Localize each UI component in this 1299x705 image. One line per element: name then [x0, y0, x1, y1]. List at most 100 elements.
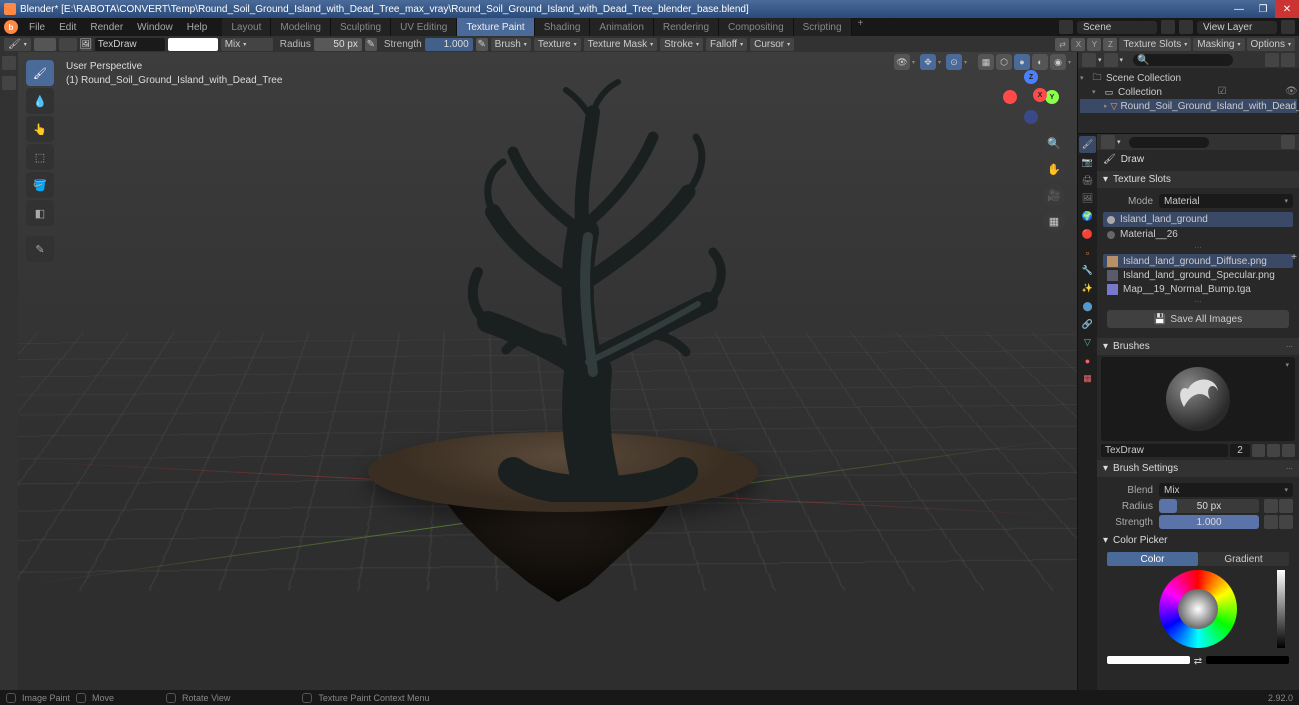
ws-uv[interactable]: UV Editing	[391, 18, 457, 36]
ws-modeling[interactable]: Modeling	[271, 18, 331, 36]
gizmo-x-neg[interactable]	[1003, 90, 1017, 104]
close-button[interactable]: ✕	[1275, 0, 1299, 18]
ws-scripting[interactable]: Scripting	[794, 18, 852, 36]
brush-preset-picker[interactable]	[34, 38, 56, 51]
outliner-collection[interactable]: ▾▭Collection ☑ 👁	[1080, 85, 1297, 99]
radius-pressure-icon[interactable]: ✎	[365, 38, 377, 51]
blender-logo-icon[interactable]: b	[4, 20, 18, 34]
outliner-scene-collection[interactable]: ▾🗀Scene Collection	[1080, 71, 1297, 85]
brush-color-swatch[interactable]	[168, 38, 218, 51]
bs-strength-slider[interactable]: 1.000	[1159, 515, 1259, 529]
radius-pressure-toggle[interactable]	[1264, 499, 1278, 513]
xray-icon[interactable]: ▦	[978, 54, 994, 70]
zoom-icon[interactable]: 🔍	[1043, 132, 1065, 154]
mirror-icon[interactable]: ⇄	[1055, 38, 1069, 51]
pan-icon[interactable]: ✋	[1043, 158, 1065, 180]
ptab-render[interactable]: 📷	[1079, 154, 1096, 171]
img-list-grip[interactable]: ⋯	[1103, 298, 1293, 306]
shading-dd[interactable]: ▾	[1068, 54, 1074, 70]
brush-users[interactable]: 2	[1230, 444, 1250, 457]
menu-file[interactable]: File	[22, 22, 52, 33]
ptab-mesh[interactable]: ▽	[1079, 334, 1096, 351]
brush-name-field-prop[interactable]: TexDraw	[1101, 444, 1228, 457]
ws-add[interactable]: +	[852, 18, 870, 36]
texture-dropdown[interactable]: Texture▾	[534, 38, 581, 51]
ws-layout[interactable]: Layout	[222, 18, 271, 36]
viewlayer-new-icon[interactable]	[1281, 20, 1295, 34]
scene-field[interactable]: Scene	[1077, 21, 1157, 34]
panel-brush-settings-header[interactable]: ▾Brush Settings ⋯	[1097, 460, 1299, 477]
ptab-tool[interactable]: 🖌	[1079, 136, 1096, 153]
tool-draw[interactable]: 🖌	[26, 60, 54, 86]
mirror-z[interactable]: Z	[1103, 38, 1117, 51]
properties-search[interactable]	[1129, 137, 1209, 148]
prop-pin-icon[interactable]	[1281, 135, 1295, 149]
add-image-slot-icon[interactable]: +	[1291, 252, 1297, 263]
persp-ortho-icon[interactable]: ▦	[1043, 210, 1065, 232]
ws-compositing[interactable]: Compositing	[719, 18, 794, 36]
bs-blend-dropdown[interactable]: Mix	[1159, 483, 1293, 497]
editor-type-dropdown[interactable]: 🖌▾	[4, 38, 31, 51]
strength-pressure-icon[interactable]: ✎	[476, 38, 488, 51]
shade-solid-icon[interactable]: ●	[1014, 54, 1030, 70]
image-row-1[interactable]: Island_land_ground_Specular.png	[1103, 268, 1293, 282]
scene-browse-icon[interactable]	[1059, 20, 1073, 34]
mirror-x[interactable]: X	[1071, 38, 1085, 51]
gizmo-z[interactable]: Z	[1024, 70, 1038, 84]
panel-texture-slots-header[interactable]: ▾Texture Slots	[1097, 171, 1299, 188]
brush-dropdown[interactable]: Brush▾	[491, 38, 531, 51]
primary-color-swatch[interactable]	[1107, 656, 1190, 664]
img-editor-icon[interactable]	[2, 56, 16, 70]
tool-annotate[interactable]: ✎	[26, 236, 54, 262]
gizmo-dd[interactable]: ▾	[938, 54, 944, 70]
collection-visible-icon[interactable]: 👁	[1285, 86, 1297, 98]
panel-brushes-grip[interactable]: ⋯	[1286, 343, 1293, 351]
brush-fake-user-icon[interactable]	[1252, 444, 1265, 457]
maximize-button[interactable]: ❐	[1251, 0, 1275, 18]
bs-radius-slider[interactable]: 50 px	[1159, 499, 1259, 513]
outliner-type-icon[interactable]	[1082, 53, 1096, 67]
tool-fill[interactable]: 🪣	[26, 172, 54, 198]
prop-header-icon[interactable]	[1101, 135, 1115, 149]
tool-mask[interactable]: ◧	[26, 200, 54, 226]
save-all-images-button[interactable]: 💾 Save All Images	[1107, 310, 1289, 328]
ptab-texture[interactable]: ▦	[1079, 370, 1096, 387]
brush-curve-icon[interactable]	[59, 38, 77, 51]
panel-bs-grip[interactable]: ⋯	[1286, 465, 1293, 473]
subpanel-color-picker-header[interactable]: ▾Color Picker	[1103, 531, 1293, 550]
collection-enable-icon[interactable]: ☑	[1217, 86, 1229, 98]
shade-wire-icon[interactable]: ⬡	[996, 54, 1012, 70]
brush-name-field[interactable]: TexDraw	[95, 38, 165, 51]
ws-rendering[interactable]: Rendering	[654, 18, 719, 36]
overlays-toggle-icon[interactable]: ⊙	[946, 54, 962, 70]
tool-smear[interactable]: 👆	[26, 116, 54, 142]
outliner-filter-icon[interactable]	[1265, 53, 1279, 67]
ptab-constraints[interactable]: 🔗	[1079, 316, 1096, 333]
selectability-icon[interactable]: 👁	[894, 54, 910, 70]
radius-input[interactable]: 50 px	[314, 38, 362, 51]
cursor-dropdown[interactable]: Cursor▾	[750, 38, 794, 51]
ptab-particles[interactable]: ✨	[1079, 280, 1096, 297]
menu-window[interactable]: Window	[130, 22, 180, 33]
viewlayer-browse-icon[interactable]	[1179, 20, 1193, 34]
ptab-object[interactable]: ▫	[1079, 244, 1096, 261]
masking-popover[interactable]: Masking▾	[1193, 38, 1244, 51]
minimize-button[interactable]: —	[1227, 0, 1251, 18]
texture-mask-dropdown[interactable]: Texture Mask▾	[584, 38, 657, 51]
swap-colors-icon[interactable]: ⇄	[1192, 656, 1204, 667]
gizmo-z-neg[interactable]	[1024, 110, 1038, 124]
nav-gizmo[interactable]: Z Y X	[1003, 70, 1059, 126]
outliner-object[interactable]: ▸▽Round_Soil_Ground_Island_with_Dead_T..…	[1080, 99, 1297, 113]
ptab-world[interactable]: 🔴	[1079, 226, 1096, 243]
brush-unlink-icon[interactable]	[1282, 444, 1295, 457]
ptab-modifiers[interactable]: 🔧	[1079, 262, 1096, 279]
tool-soften[interactable]: 💧	[26, 88, 54, 114]
shade-rendered-icon[interactable]: ◉	[1050, 54, 1066, 70]
color-tab[interactable]: Color	[1107, 552, 1198, 566]
gizmo-y[interactable]: Y	[1045, 90, 1059, 104]
overlays-dd[interactable]: ▾	[964, 54, 970, 70]
ws-animation[interactable]: Animation	[590, 18, 653, 36]
camera-icon[interactable]: 🎥	[1043, 184, 1065, 206]
gizmo-x[interactable]: X	[1033, 88, 1047, 102]
ws-sculpting[interactable]: Sculpting	[331, 18, 391, 36]
